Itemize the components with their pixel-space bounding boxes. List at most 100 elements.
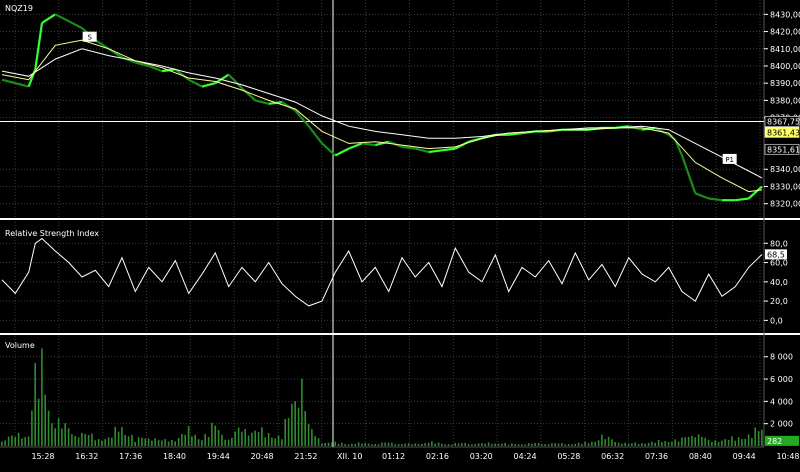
x-tick-label: 19:44 xyxy=(207,452,230,461)
volume-bar xyxy=(567,444,570,446)
volume-bar xyxy=(537,443,540,446)
volume-bar xyxy=(64,423,66,446)
volume-bar xyxy=(57,418,60,446)
volume-bar xyxy=(344,444,346,446)
volume-bar xyxy=(71,434,73,446)
volume-bar xyxy=(251,432,253,446)
marker-label: P1 xyxy=(725,156,734,164)
volume-bar xyxy=(141,437,143,446)
volume-bar xyxy=(184,434,186,446)
volume-bar xyxy=(474,444,476,446)
volume-bar xyxy=(401,444,403,446)
volume-bar xyxy=(454,443,456,446)
volume-bar xyxy=(671,441,673,446)
volume-bar xyxy=(461,443,463,446)
volume-bar xyxy=(611,439,613,446)
volume-bar xyxy=(417,444,420,446)
x-tick-label: 16:32 xyxy=(75,452,98,461)
volume-bar xyxy=(734,440,736,446)
volume-bar xyxy=(741,439,743,446)
volume-bar xyxy=(674,439,676,446)
svg-text:8361,43: 8361,43 xyxy=(767,128,800,137)
volume-bar xyxy=(391,442,393,446)
volume-bar xyxy=(427,442,430,446)
volume-bar xyxy=(694,437,696,446)
volume-bar xyxy=(381,442,383,446)
volume-bar xyxy=(621,443,623,446)
volume-bar xyxy=(337,444,340,446)
volume-bar xyxy=(307,424,310,446)
price-y-tick-label: 8340,00 xyxy=(770,165,800,174)
volume-bar xyxy=(44,394,46,446)
volume-bar xyxy=(501,443,503,446)
volume-bar xyxy=(747,434,750,446)
volume-y-tick-label: 4 000 xyxy=(770,397,793,406)
volume-bar xyxy=(87,435,90,446)
volume-bar xyxy=(304,411,306,446)
rsi-value-tag: 68,5 xyxy=(765,249,787,260)
x-tick-label: 20:48 xyxy=(251,452,274,461)
volume-bar xyxy=(574,443,576,446)
volume-bar xyxy=(404,443,406,446)
volume-bar xyxy=(451,444,453,446)
volume-bar xyxy=(687,436,690,446)
volume-bar xyxy=(377,444,380,446)
volume-bar xyxy=(631,443,633,446)
volume-bar xyxy=(197,439,200,446)
volume-bar xyxy=(67,428,70,446)
marker-s[interactable]: S xyxy=(82,31,97,42)
volume-bar xyxy=(94,440,96,446)
volume-bar xyxy=(311,429,313,446)
volume-bar xyxy=(101,440,103,446)
volume-bar xyxy=(331,442,333,446)
volume-bar xyxy=(237,427,240,446)
volume-bar xyxy=(361,443,363,446)
volume-bar xyxy=(274,438,276,446)
volume-bar xyxy=(697,434,700,446)
volume-bar xyxy=(591,441,593,446)
rsi-y-tick-label: 20,0 xyxy=(770,297,788,306)
volume-bar xyxy=(134,441,136,446)
volume-bar xyxy=(347,444,350,446)
x-tick-label: 01:12 xyxy=(382,452,405,461)
volume-bar xyxy=(577,442,580,446)
volume-bar xyxy=(387,442,390,446)
volume-bar xyxy=(161,440,163,446)
rsi-y-tick-label: 40,0 xyxy=(770,278,788,287)
volume-bar xyxy=(367,443,370,446)
volume-bar xyxy=(4,440,6,446)
volume-bar xyxy=(291,403,293,446)
volume-bar xyxy=(214,425,216,446)
trading-chart[interactable]: NQZ19 Relative Strength Index Volume S P1… xyxy=(0,0,800,472)
volume-bar xyxy=(557,443,560,446)
volume-bar xyxy=(297,407,300,446)
volume-bar xyxy=(294,401,296,446)
x-tick-label: 09:44 xyxy=(733,452,756,461)
volume-bar xyxy=(554,443,556,446)
volume-bar xyxy=(317,438,320,446)
volume-bar xyxy=(617,442,620,446)
volume-bar xyxy=(24,437,26,446)
x-tick-label: 08:40 xyxy=(689,452,712,461)
volume-bar xyxy=(201,440,203,446)
volume-bar xyxy=(544,444,546,446)
marker-p1[interactable]: P1 xyxy=(722,153,737,164)
volume-bar xyxy=(37,398,40,446)
volume-bar xyxy=(21,438,23,446)
volume-bar xyxy=(244,429,246,446)
x-tick-label: 18:40 xyxy=(163,452,186,461)
volume-y-tick-label: 2 000 xyxy=(770,420,793,429)
volume-bar xyxy=(91,433,93,446)
volume-bar xyxy=(397,444,400,446)
volume-bar xyxy=(654,442,656,446)
price-y-tick-label: 8420,00 xyxy=(770,28,800,37)
x-tick-label: 05:28 xyxy=(557,452,580,461)
volume-bar xyxy=(1,441,3,446)
volume-bar xyxy=(604,439,606,446)
volume-bar xyxy=(264,437,266,446)
svg-text:8367,75: 8367,75 xyxy=(767,117,800,126)
volume-bar xyxy=(97,439,100,446)
volume-bar xyxy=(147,438,150,446)
volume-bar xyxy=(504,443,506,446)
volume-bar xyxy=(527,443,530,446)
